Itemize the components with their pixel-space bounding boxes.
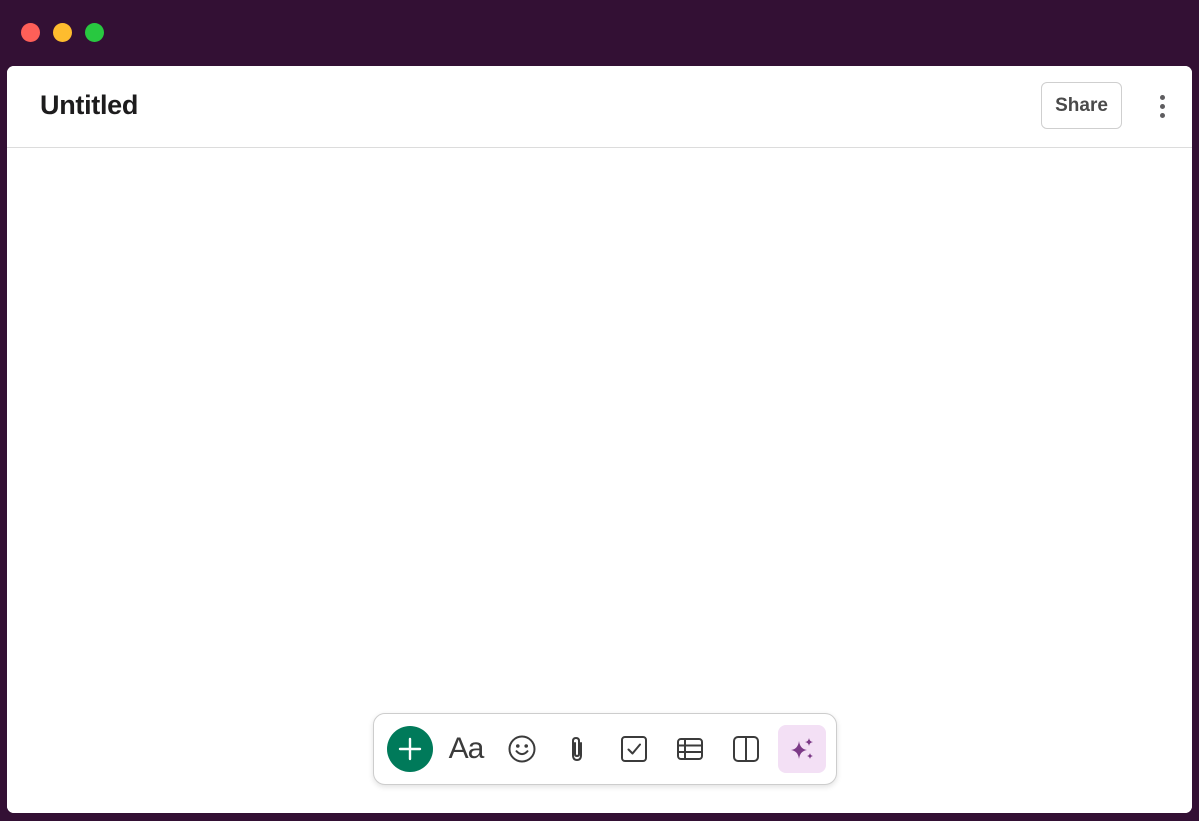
- text-format-label: Aa: [448, 732, 485, 765]
- more-options-button[interactable]: [1147, 90, 1177, 124]
- attach-button[interactable]: [555, 726, 601, 772]
- checklist-button[interactable]: [611, 726, 657, 772]
- window-frame: Untitled Share Aa: [0, 0, 1199, 821]
- minimize-window-button[interactable]: [53, 23, 72, 42]
- plus-icon: [398, 737, 422, 761]
- formatting-toolbar: Aa: [373, 713, 837, 785]
- close-window-button[interactable]: [21, 23, 40, 42]
- page-title[interactable]: Untitled: [40, 90, 138, 121]
- sparkle-icon: [791, 738, 813, 759]
- columns-button[interactable]: [723, 726, 769, 772]
- text-format-button[interactable]: Aa: [443, 726, 489, 772]
- vertical-ellipsis-icon: [1160, 95, 1165, 100]
- table-button[interactable]: [667, 726, 713, 772]
- smiley-icon: [508, 735, 536, 763]
- share-button[interactable]: Share: [1041, 82, 1122, 129]
- ai-assist-button[interactable]: [778, 725, 826, 773]
- vertical-ellipsis-icon: [1160, 113, 1165, 118]
- columns-icon: [733, 736, 759, 762]
- canvas-header: Untitled Share: [7, 66, 1192, 148]
- zoom-window-button[interactable]: [85, 23, 104, 42]
- add-button[interactable]: [387, 726, 433, 772]
- checkbox-icon: [621, 736, 647, 762]
- canvas-document: Untitled Share Aa: [7, 66, 1192, 813]
- paperclip-icon: [572, 737, 582, 761]
- vertical-ellipsis-icon: [1160, 104, 1165, 109]
- emoji-button[interactable]: [499, 726, 545, 772]
- table-icon: [677, 738, 703, 760]
